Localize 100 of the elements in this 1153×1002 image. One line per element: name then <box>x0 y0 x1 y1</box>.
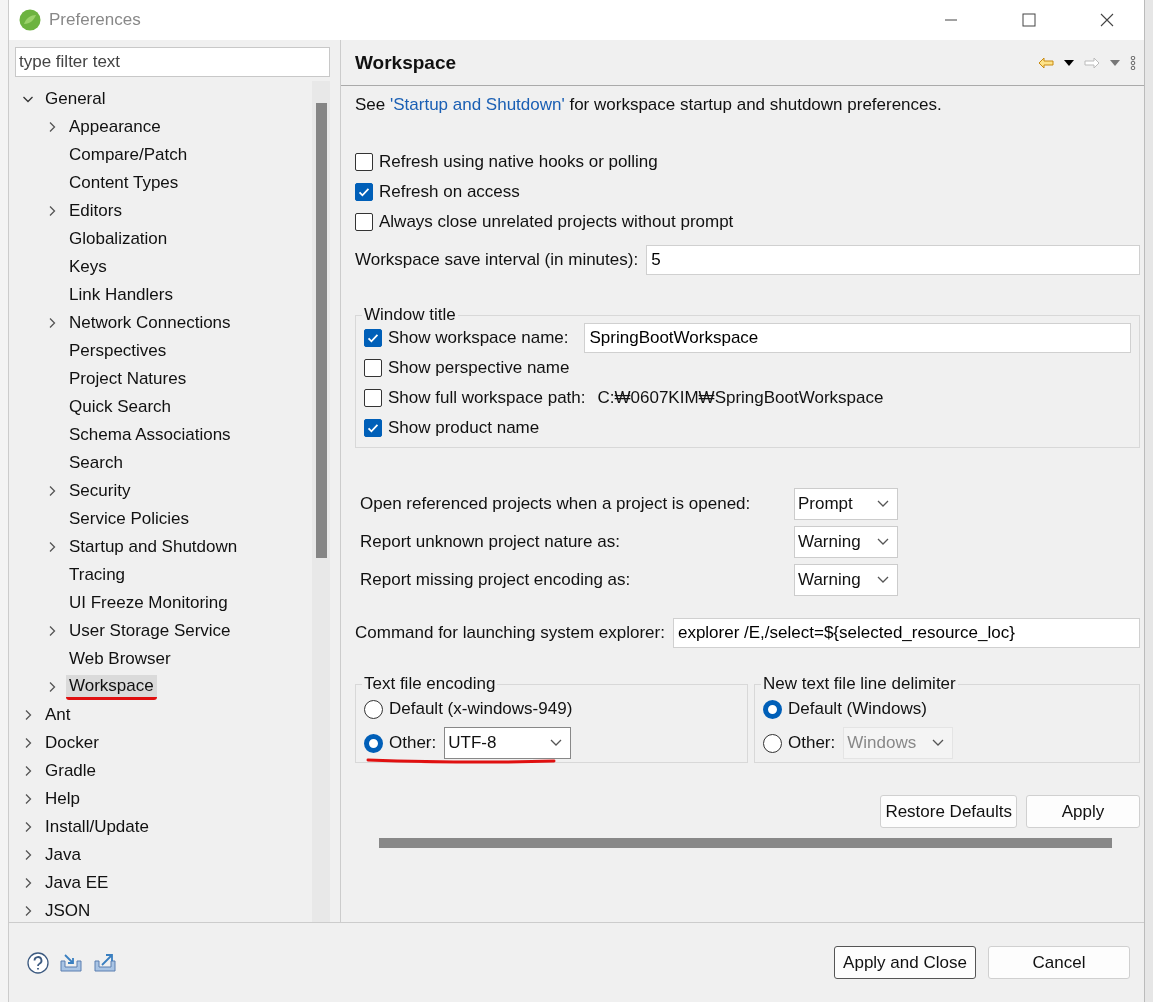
dialog-button[interactable]: Cancel <box>988 946 1130 979</box>
tree-item[interactable]: Workspace <box>66 674 157 700</box>
tree-item[interactable]: UI Freeze Monitoring <box>66 592 231 614</box>
radio-label: Default (Windows) <box>788 699 927 719</box>
chevron-right-icon[interactable] <box>23 794 33 804</box>
tree-item[interactable]: Network Connections <box>66 312 234 334</box>
dropdown[interactable]: Warning <box>794 564 898 596</box>
export-icon[interactable] <box>93 952 117 973</box>
tree-item[interactable]: Globalization <box>66 228 171 250</box>
chevron-right-icon[interactable] <box>47 486 57 496</box>
tree-item[interactable]: Install/Update <box>42 816 152 838</box>
tree-item[interactable]: Security <box>66 480 134 502</box>
group-title: New text file line delimiter <box>762 674 957 694</box>
checkbox-label: Show product name <box>388 418 540 438</box>
page-button[interactable]: Apply <box>1026 795 1140 828</box>
checkbox[interactable] <box>364 359 382 377</box>
maximize-icon[interactable] <box>1022 13 1036 27</box>
radio-button[interactable] <box>763 699 782 719</box>
chevron-right-icon[interactable] <box>47 626 57 636</box>
field-label: Workspace save interval (in minutes): <box>355 250 639 270</box>
intro-text: See 'Startup and Shutdown' for workspace startup and shutdown preferences. <box>355 95 943 115</box>
tree-item[interactable]: Java EE <box>42 872 112 894</box>
chevron-right-icon[interactable] <box>47 682 57 692</box>
chevron-down-icon <box>877 538 889 546</box>
chevron-right-icon[interactable] <box>23 738 33 748</box>
filter-field[interactable]: type filter text <box>15 47 330 77</box>
chevron-right-icon[interactable] <box>23 766 33 776</box>
chevron-right-icon[interactable] <box>47 542 57 552</box>
close-icon[interactable] <box>1100 13 1114 27</box>
tree-item[interactable]: Gradle <box>42 760 100 782</box>
startup-link[interactable]: 'Startup and Shutdown' <box>390 95 565 114</box>
chevron-down-icon <box>932 739 945 747</box>
chevron-right-icon[interactable] <box>47 122 57 132</box>
tree-item[interactable]: Compare/Patch <box>66 144 191 166</box>
tree-item[interactable]: Project Natures <box>66 368 190 390</box>
tree-item[interactable]: Ant <box>42 704 74 726</box>
checkbox[interactable] <box>355 213 373 231</box>
tree-item[interactable]: Search <box>66 452 126 474</box>
chevron-right-icon[interactable] <box>47 318 57 328</box>
checkbox-label: Show full workspace path: <box>388 388 586 408</box>
field-label: Command for launching system explorer: <box>355 623 665 643</box>
radio-label: Other: <box>389 733 437 753</box>
checkbox[interactable] <box>355 183 373 201</box>
radio-button[interactable] <box>763 733 782 753</box>
tree-item[interactable]: Link Handlers <box>66 284 176 306</box>
tree-item[interactable]: Startup and Shutdown <box>66 536 241 558</box>
chevron-right-icon[interactable] <box>23 850 33 860</box>
tree-item[interactable]: Service Policies <box>66 508 192 530</box>
help-icon[interactable] <box>27 951 49 974</box>
command-field[interactable]: explorer /E,/select=${selected_resource_loc} <box>672 618 1140 648</box>
dropdown-triangle-icon[interactable] <box>1064 60 1074 66</box>
checkbox[interactable] <box>364 419 382 437</box>
tree-item[interactable]: Docker <box>42 732 102 754</box>
scrollbar[interactable] <box>312 81 330 922</box>
chevron-right-icon[interactable] <box>23 822 33 832</box>
chevron-right-icon[interactable] <box>47 206 57 216</box>
dropdown[interactable]: Warning <box>794 526 898 558</box>
chevron-down-icon <box>550 739 563 747</box>
checkbox[interactable] <box>355 153 373 171</box>
chevron-right-icon[interactable] <box>23 878 33 888</box>
group-title: Text file encoding <box>363 674 497 694</box>
interval-field[interactable]: 5 <box>646 245 1140 275</box>
tree-item[interactable]: Java <box>42 844 84 866</box>
tree-item[interactable]: Quick Search <box>66 396 175 418</box>
checkbox[interactable] <box>364 389 382 407</box>
group-title: Window title <box>363 305 457 325</box>
tree-item[interactable]: Editors <box>66 200 125 222</box>
checkbox[interactable] <box>364 329 382 347</box>
tree-item[interactable]: General <box>42 88 109 110</box>
tree-item[interactable]: Help <box>42 788 83 810</box>
checkbox-label: Show perspective name <box>388 358 570 378</box>
dropdown[interactable]: Prompt <box>794 488 898 520</box>
import-icon[interactable] <box>59 952 83 973</box>
back-arrow-icon[interactable] <box>1038 57 1054 69</box>
tree-item[interactable]: Tracing <box>66 564 129 586</box>
workspace-path: C:₩0607KIM₩SpringBootWorkspace <box>597 388 884 408</box>
chevron-right-icon[interactable] <box>23 906 33 916</box>
tree-item[interactable]: Appearance <box>66 116 164 138</box>
radio-label: Other: <box>788 733 836 753</box>
tree-item[interactable]: Perspectives <box>66 340 170 362</box>
radio-button[interactable] <box>364 699 383 719</box>
tree-item[interactable]: Keys <box>66 256 110 278</box>
checkbox-label: Refresh on access <box>379 182 520 202</box>
dropdown-label: Open referenced projects when a project is opened: <box>360 494 752 514</box>
more-icon[interactable] <box>1130 56 1136 70</box>
scrollbar[interactable] <box>379 838 1112 848</box>
page-title: Workspace <box>355 52 457 74</box>
workspace-name-field[interactable]: SpringBootWorkspace <box>584 323 1131 353</box>
tree-item[interactable]: Schema Associations <box>66 424 234 446</box>
radio-button[interactable] <box>364 733 383 753</box>
dropdown[interactable]: UTF-8 <box>444 727 572 759</box>
chevron-down-icon[interactable] <box>23 94 33 104</box>
tree-item[interactable]: Web Browser <box>66 648 174 670</box>
chevron-down-icon <box>877 500 889 508</box>
dialog-button[interactable]: Apply and Close <box>834 946 976 979</box>
page-button[interactable]: Restore Defaults <box>880 795 1017 828</box>
tree-item[interactable]: JSON <box>42 900 94 922</box>
tree-item[interactable]: Content Types <box>66 172 182 194</box>
chevron-right-icon[interactable] <box>23 710 33 720</box>
tree-item[interactable]: User Storage Service <box>66 620 234 642</box>
